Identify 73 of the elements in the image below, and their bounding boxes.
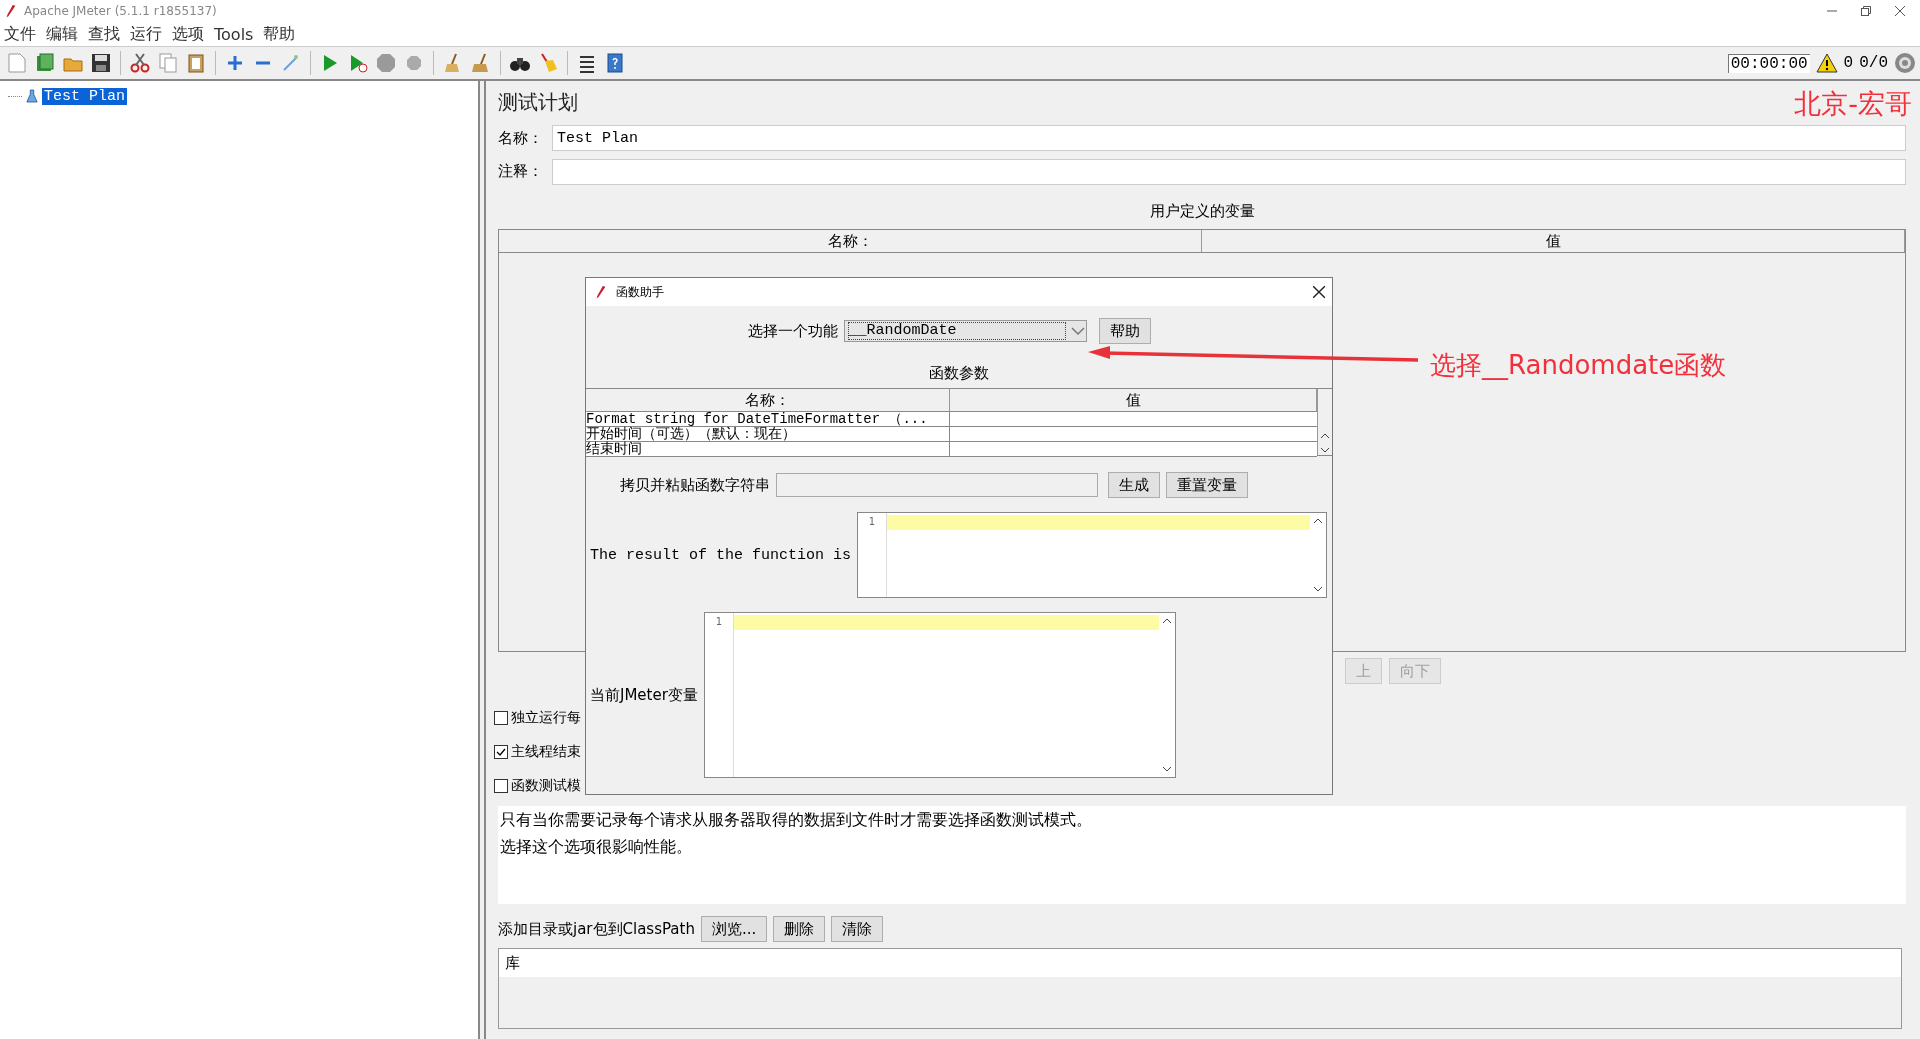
dialog-title: 函数助手 xyxy=(616,283,664,301)
timer-display: 00:00:00 xyxy=(1727,53,1810,73)
copy-label: 拷贝并粘贴函数字符串 xyxy=(620,475,770,495)
field-label: 名称： xyxy=(498,128,544,148)
app-logo-icon xyxy=(594,285,608,299)
scissors-icon[interactable] xyxy=(129,52,151,74)
caret-icon xyxy=(1069,325,1086,337)
generate-button[interactable]: 生成 xyxy=(1108,472,1160,498)
annotation-text: 北京-宏哥 xyxy=(1794,87,1912,121)
panel-title: 测试计划 xyxy=(498,89,578,117)
column-header: 名称： xyxy=(586,389,950,411)
line-number: 1 xyxy=(704,613,734,777)
window-title: Apache JMeter (5.1.1 r1855137) xyxy=(24,4,217,18)
scroll-down-icon[interactable] xyxy=(1161,765,1172,773)
column-header: 名称： xyxy=(499,230,1202,253)
scroll-up-icon[interactable] xyxy=(1161,617,1172,625)
menu-item[interactable]: 运行 xyxy=(130,23,162,45)
result-editor[interactable]: 1 xyxy=(857,512,1328,598)
section-title: 函数参数 xyxy=(928,364,990,384)
comment-field[interactable] xyxy=(552,158,1906,185)
scroll-up-icon[interactable] xyxy=(1313,517,1324,525)
field-label: 注释： xyxy=(498,162,544,182)
clipboard-icon[interactable] xyxy=(185,52,207,74)
menu-item[interactable]: 查找 xyxy=(88,23,120,45)
menu-item[interactable]: 帮助 xyxy=(263,23,296,45)
table-cell: 开始时间（可选）（默认：现在） xyxy=(586,427,950,441)
scroll-down-icon[interactable] xyxy=(1313,585,1324,593)
tree-item[interactable]: Test Plan xyxy=(42,87,127,105)
function-string-field[interactable] xyxy=(776,473,1098,497)
checkmark-icon xyxy=(496,746,506,757)
menu-item[interactable]: 编辑 xyxy=(46,23,78,45)
classpath-label: 添加目录或jar包到ClassPath xyxy=(498,919,695,939)
column-header: 值 xyxy=(950,389,1317,411)
checkbox[interactable] xyxy=(494,710,508,725)
table-cell: Format string for DateTimeFormatter （... xyxy=(586,412,950,426)
classpath-button[interactable]: 浏览... xyxy=(700,916,768,943)
table-cell[interactable] xyxy=(950,442,1317,456)
function-dropdown[interactable]: __RandomDate xyxy=(843,320,1087,342)
stop-icon[interactable] xyxy=(375,52,397,74)
warning-count: 0 xyxy=(1843,54,1854,72)
function-label: 选择一个功能 xyxy=(747,321,838,341)
table-cell[interactable] xyxy=(950,412,1317,426)
checkbox[interactable] xyxy=(494,778,508,793)
variables-label: 当前JMeter变量 xyxy=(590,685,698,705)
column-header: 值 xyxy=(1202,230,1905,253)
name-field[interactable]: Test Plan xyxy=(552,125,1906,152)
option-label: 主线程结束 xyxy=(511,742,581,761)
table-cell: 结束时间 xyxy=(586,442,950,456)
menu-item[interactable]: 选项 xyxy=(172,23,204,45)
variables-editor[interactable]: 1 xyxy=(703,612,1176,778)
menu-item[interactable]: 文件 xyxy=(4,23,36,45)
option-label: 函数测试模 xyxy=(511,776,581,795)
checkbox[interactable] xyxy=(494,744,508,759)
menu-item[interactable]: Tools xyxy=(214,24,254,44)
book-icon[interactable] xyxy=(34,52,56,74)
table-cell[interactable] xyxy=(950,427,1317,441)
section-title: 用户定义的变量 xyxy=(1148,201,1256,222)
result-label: The result of the function is xyxy=(590,546,852,564)
column-header: 库 xyxy=(499,949,1901,978)
option-label: 独立运行每 xyxy=(511,708,581,727)
help-button[interactable]: 帮助 xyxy=(1098,318,1151,344)
info-text: 只有当你需要记录每个请求从服务器取得的数据到文件时才需要选择函数测试模式。 xyxy=(500,809,1093,831)
warning-icon[interactable] xyxy=(1815,52,1838,74)
scroll-down-icon[interactable] xyxy=(1320,446,1330,454)
scroll-up-icon[interactable] xyxy=(1320,432,1330,440)
help-icon[interactable] xyxy=(604,52,626,74)
annotation-text: 选择__Randomdate函数 xyxy=(1430,349,1727,382)
info-text: 选择这个选项很影响性能。 xyxy=(500,836,693,858)
thread-count: 0/0 xyxy=(1859,54,1888,72)
classpath-button[interactable]: 删除 xyxy=(773,916,826,943)
close-icon[interactable] xyxy=(1312,285,1326,299)
reset-button[interactable]: 重置变量 xyxy=(1166,472,1248,498)
classpath-button[interactable]: 清除 xyxy=(831,916,884,943)
